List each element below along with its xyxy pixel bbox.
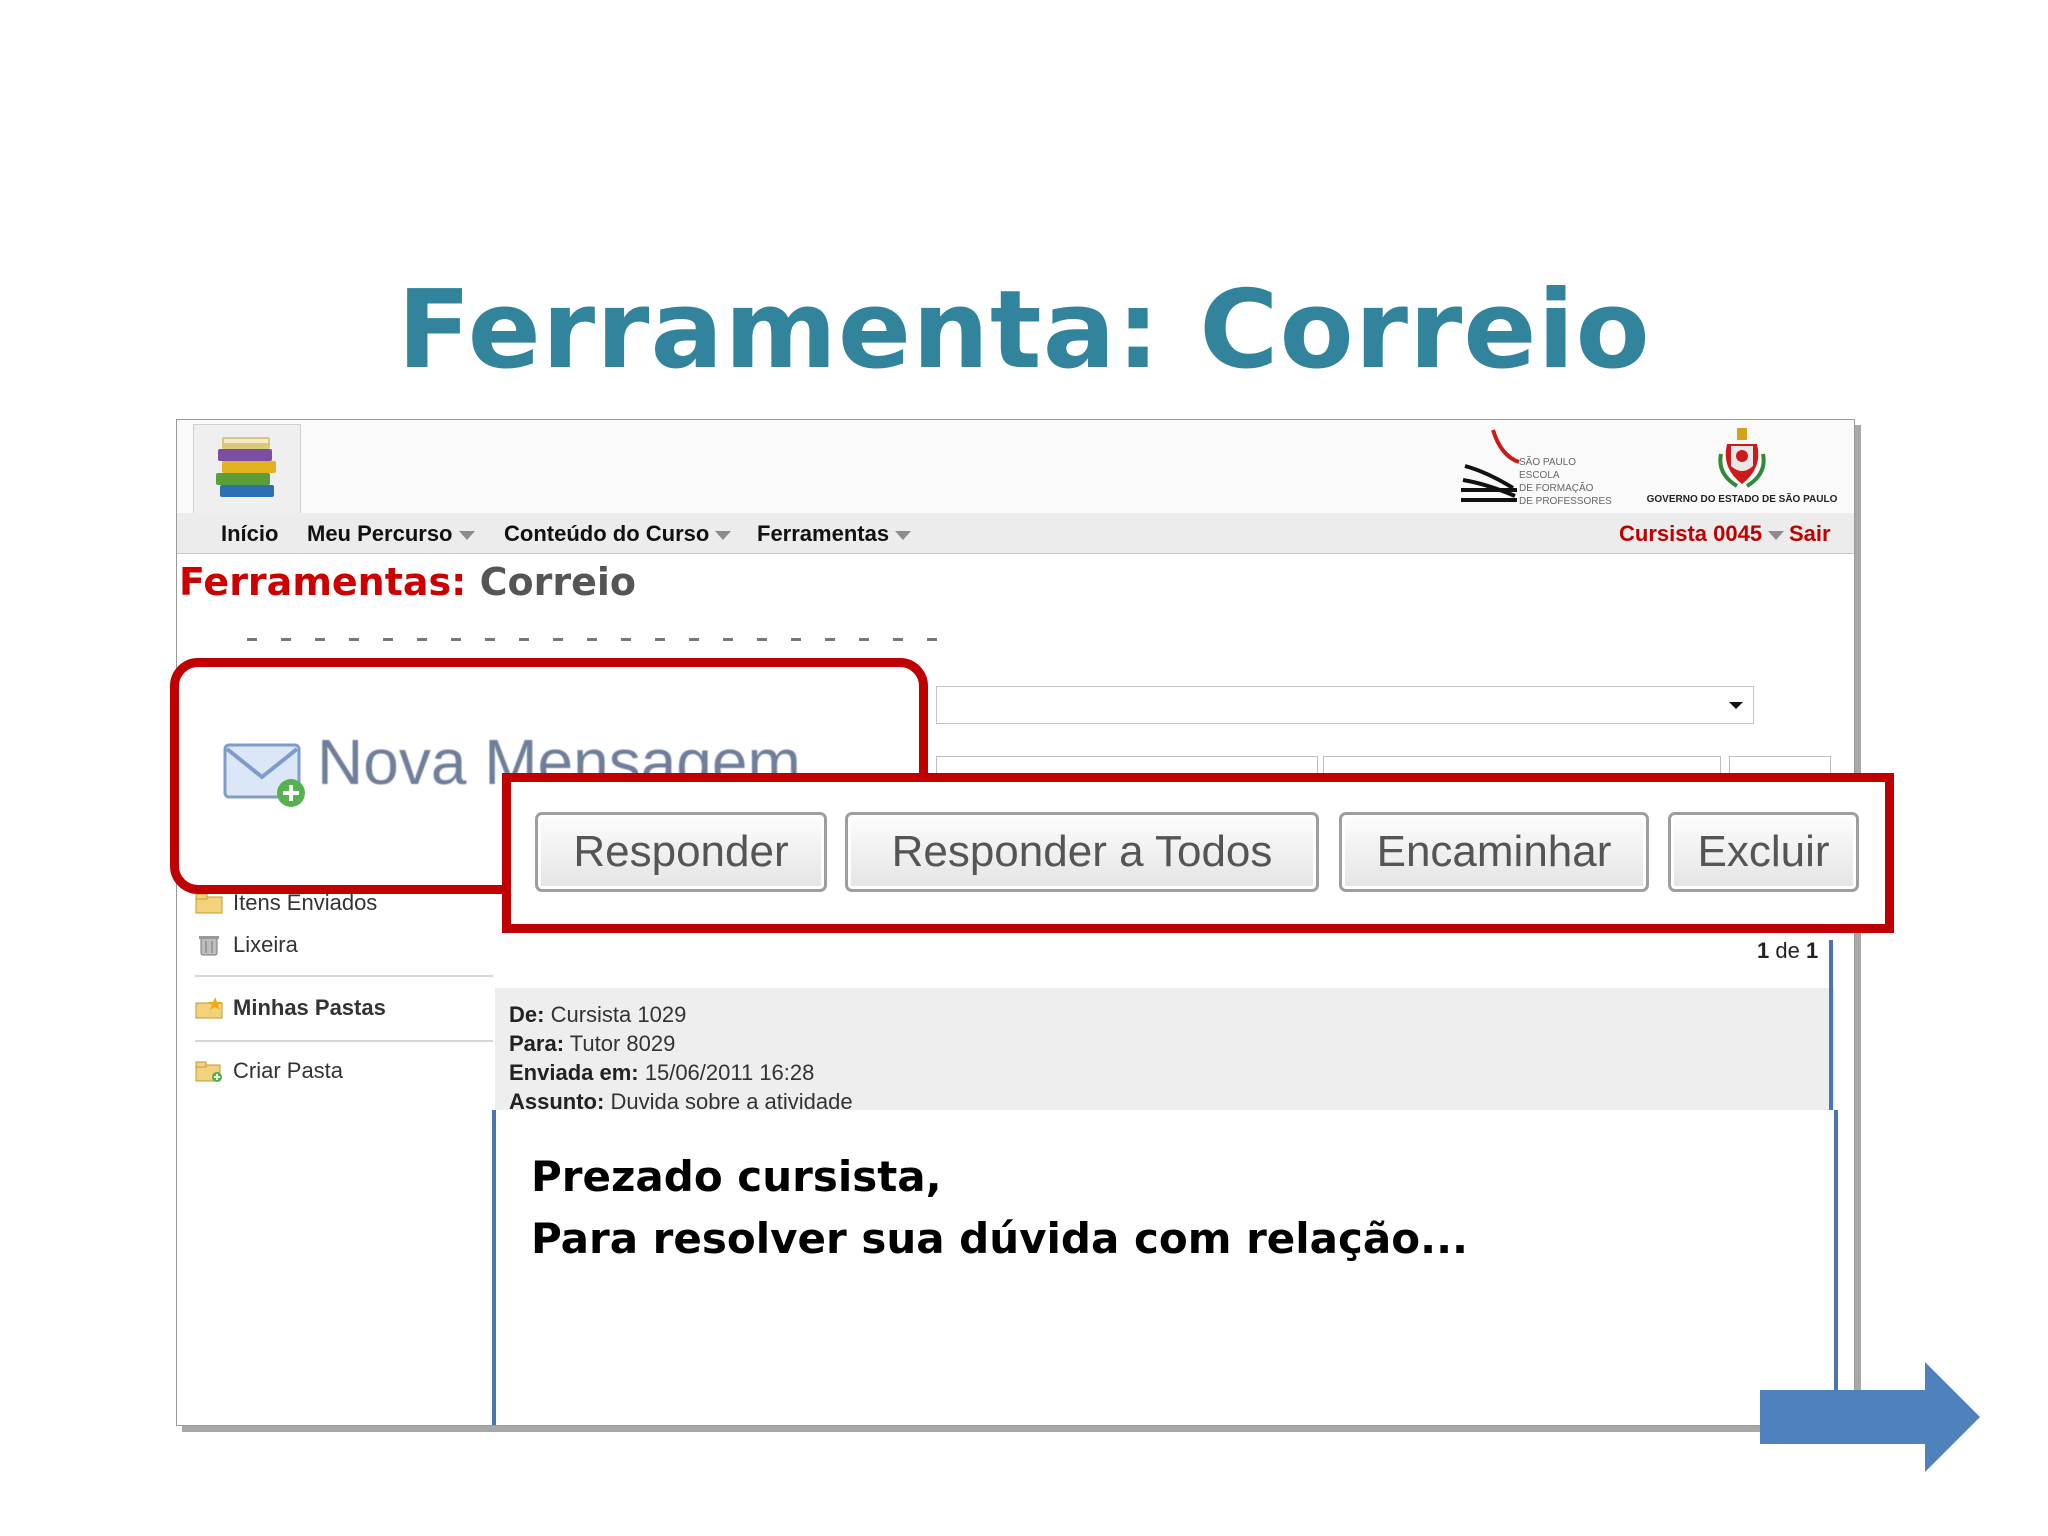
trash-icon	[199, 936, 219, 956]
pager-of: de	[1775, 938, 1800, 963]
nav-conteudo-do-curso[interactable]: Conteúdo do Curso	[504, 521, 732, 547]
message-text: Prezado cursista, Para resolver sua dúvi…	[531, 1146, 1468, 1270]
message-body: Prezado cursista, Para resolver sua dúvi…	[492, 1110, 1838, 1425]
sidebar-item-label: Criar Pasta	[233, 1058, 344, 1083]
sidebar-item-label: Minhas Pastas	[233, 995, 386, 1020]
sidebar-divider	[195, 1040, 493, 1042]
school-logo: SÃO PAULO ESCOLA DE FORMAÇÃO DE PROFESSO…	[1457, 426, 1617, 507]
next-arrow-icon[interactable]	[1760, 1362, 1980, 1472]
obscured-text-line	[247, 638, 947, 641]
message-to: Para: Tutor 8029	[509, 1031, 676, 1056]
folder-select[interactable]	[936, 686, 1754, 724]
message-actions-callout: Responder Responder a Todos Encaminhar E…	[502, 773, 1894, 933]
message-from: De: Cursista 1029	[509, 1002, 687, 1027]
message-greeting: Prezado cursista,	[531, 1152, 942, 1201]
school-logo-line: SÃO PAULO ESCOLA	[1519, 457, 1577, 481]
sent-folder-icon	[195, 893, 223, 914]
nav-inicio[interactable]: Início	[221, 521, 278, 547]
pager-current: 1	[1757, 938, 1770, 963]
star-folder-icon	[195, 997, 223, 1019]
message-content: Para resolver sua dúvida com relação...	[531, 1214, 1468, 1263]
home-logo[interactable]	[193, 424, 301, 515]
message-header: De: Cursista 1029 Para: Tutor 8029 Envia…	[495, 988, 1835, 1114]
message-date: Enviada em: 15/06/2011 16:28	[509, 1060, 815, 1085]
new-mail-icon	[223, 743, 305, 807]
sidebar-item-trash[interactable]: Lixeira	[195, 929, 298, 961]
reply-button[interactable]: Responder	[535, 812, 827, 892]
chevron-down-icon	[895, 530, 912, 540]
main-navbar: Início Meu Percurso Conteúdo do Curso Fe…	[177, 513, 1854, 554]
sidebar-item-label: Lixeira	[233, 932, 298, 957]
logout-link[interactable]: Sair	[1789, 521, 1831, 547]
books-icon	[216, 437, 276, 497]
government-logo-text: GOVERNO DO ESTADO DE SÃO PAULO	[1646, 494, 1838, 505]
slide-title: Ferramenta: Correio	[397, 268, 1651, 393]
coat-of-arms-icon	[1718, 428, 1766, 488]
sidebar-divider	[195, 975, 493, 977]
sidebar-item-my-folders[interactable]: Minhas Pastas	[195, 992, 386, 1024]
chevron-down-icon	[715, 530, 732, 540]
header-bar: SÃO PAULO ESCOLA DE FORMAÇÃO DE PROFESSO…	[177, 420, 1854, 515]
pager-total: 1	[1805, 938, 1819, 963]
chevron-down-icon	[458, 530, 475, 540]
user-menu[interactable]: Cursista 0045	[1619, 521, 1785, 547]
pagination: 1 de 1	[1757, 938, 1818, 964]
reply-all-button[interactable]: Responder a Todos	[845, 812, 1319, 892]
sidebar-item-create-folder[interactable]: Criar Pasta	[195, 1055, 343, 1087]
dropdown-arrow-icon	[1729, 702, 1743, 709]
school-logo-line: DE FORMAÇÃO	[1519, 483, 1594, 494]
page-title-section: Ferramentas:	[179, 560, 467, 604]
delete-button[interactable]: Excluir	[1668, 812, 1859, 892]
new-folder-icon	[195, 1061, 222, 1082]
school-logo-line: DE PROFESSORES	[1519, 496, 1612, 507]
nav-ferramentas[interactable]: Ferramentas	[757, 521, 912, 547]
chevron-down-icon	[1768, 530, 1785, 540]
page-title-tool: Correio	[479, 560, 636, 604]
government-logo: GOVERNO DO ESTADO DE SÃO PAULO	[1637, 424, 1847, 510]
page-title: Ferramentas: Correio	[179, 560, 636, 604]
nav-meu-percurso[interactable]: Meu Percurso	[307, 521, 475, 547]
school-logo-icon	[1461, 429, 1520, 502]
forward-button[interactable]: Encaminhar	[1339, 812, 1649, 892]
